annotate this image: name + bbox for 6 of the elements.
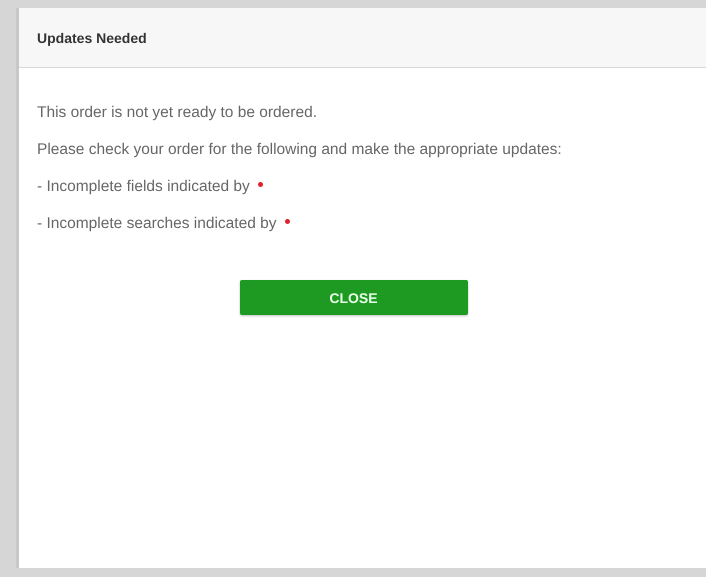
requirement-text: - Incomplete fields indicated by (37, 178, 250, 196)
message-text: This order is not yet ready to be ordered. (37, 104, 318, 122)
close-button[interactable]: CLOSE (240, 280, 468, 315)
requirement-text: - Incomplete searches indicated by (37, 215, 277, 233)
dialog-title: Updates Needed (37, 30, 147, 46)
message-text: Please check your order for the following and make the appropriate updates: (37, 141, 563, 159)
